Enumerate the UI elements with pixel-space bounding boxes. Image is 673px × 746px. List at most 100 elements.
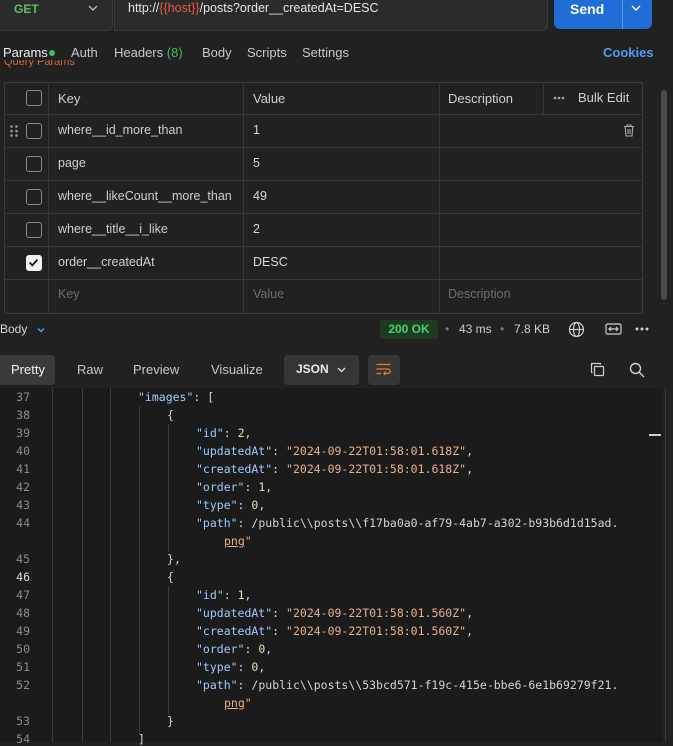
format-label: JSON	[296, 362, 329, 376]
column-header-value: Value	[253, 91, 286, 106]
line-number: 50	[16, 642, 30, 656]
chevron-down-icon[interactable]	[86, 1, 100, 15]
new-description-input[interactable]: Description	[448, 287, 511, 301]
indent-guide	[110, 388, 111, 742]
code-line: "order": 0,	[196, 642, 273, 656]
line-number: 51	[16, 660, 30, 674]
params-active-dot	[49, 50, 55, 56]
divider	[4, 246, 642, 247]
headers-count: (8)	[166, 45, 183, 60]
divider	[4, 114, 642, 115]
code-line: "createdAt": "2024-09-22T01:58:01.618Z",	[196, 462, 473, 476]
bulk-edit-button[interactable]: Bulk Edit	[578, 90, 629, 105]
section-label: Query Params	[4, 60, 75, 68]
param-value[interactable]: 2	[253, 222, 260, 236]
param-key[interactable]: where__likeCount__more_than	[58, 189, 232, 203]
param-key[interactable]: where__title__i_like	[58, 222, 168, 236]
row-checkbox[interactable]	[26, 123, 42, 139]
row-checkbox-checked[interactable]	[26, 255, 42, 271]
tab-headers-label: Headers	[114, 45, 164, 60]
send-divider	[622, 0, 623, 29]
code-line: "createdAt": "2024-09-22T01:58:01.560Z",	[196, 624, 473, 638]
param-value[interactable]: 5	[253, 156, 260, 170]
indent-guide	[168, 424, 169, 552]
param-key[interactable]: where__id_more_than	[58, 123, 182, 137]
code-line: png"	[224, 534, 252, 548]
network-icon[interactable]	[605, 322, 622, 336]
code-line: png"	[224, 696, 252, 710]
divider	[543, 82, 544, 114]
code-line: "id": 2,	[196, 426, 252, 440]
divider	[4, 213, 642, 214]
code-line: "path": /public\\posts\\53bcd571-f19c-41…	[196, 678, 619, 692]
line-number: 54	[16, 732, 30, 746]
tab-params[interactable]: Params	[3, 45, 48, 60]
tab-scripts[interactable]: Scripts	[247, 45, 287, 60]
new-value-input[interactable]: Value	[253, 287, 284, 301]
cookies-link[interactable]: Cookies	[603, 45, 654, 60]
wrap-lines-icon	[376, 363, 391, 376]
url-text[interactable]: http://{{host}}/posts?order__createdAt=D…	[128, 1, 379, 15]
tab-auth[interactable]: Auth	[71, 45, 98, 60]
divider	[48, 82, 49, 313]
separator-dot: •	[445, 322, 450, 336]
send-label: Send	[570, 1, 605, 17]
trash-icon[interactable]	[623, 124, 635, 137]
tab-headers[interactable]: Headers (8)	[114, 45, 183, 60]
code-line: ]	[138, 732, 145, 746]
new-key-input[interactable]: Key	[58, 287, 80, 301]
tab-pretty[interactable]: Pretty	[11, 362, 45, 377]
row-checkbox[interactable]	[26, 156, 42, 172]
line-number: 47	[16, 588, 30, 602]
line-number: 52	[16, 678, 30, 692]
param-value[interactable]: DESC	[253, 255, 288, 269]
send-options-chevron-icon[interactable]	[629, 1, 643, 15]
more-options-icon[interactable]	[635, 327, 649, 331]
chevron-down-icon[interactable]	[36, 325, 46, 335]
copy-icon[interactable]	[590, 362, 605, 377]
chevron-down-icon[interactable]	[336, 364, 347, 375]
line-number: 37	[16, 390, 30, 404]
response-body-label[interactable]: Body	[0, 322, 27, 336]
tab-raw[interactable]: Raw	[77, 362, 103, 377]
param-value[interactable]: 1	[253, 123, 260, 137]
param-key[interactable]: page	[58, 156, 86, 170]
code-line: "updatedAt": "2024-09-22T01:58:01.618Z",	[196, 444, 473, 458]
globe-icon[interactable]	[568, 321, 585, 338]
checkmark-icon	[28, 258, 39, 267]
divider	[439, 82, 440, 313]
divider	[4, 147, 642, 148]
scroll-marker	[649, 434, 661, 436]
line-number: 53	[16, 714, 30, 728]
code-line: "type": 0,	[196, 498, 266, 512]
line-number: 40	[16, 444, 30, 458]
line-number: 45	[16, 552, 30, 566]
code-line: "updatedAt": "2024-09-22T01:58:01.560Z",	[196, 606, 473, 620]
tab-visualize[interactable]: Visualize	[211, 362, 263, 377]
param-value[interactable]: 49	[253, 189, 267, 203]
code-line: "path": /public\\posts\\f17ba0a0-af79-4a…	[196, 516, 619, 530]
status-badge: 200 OK	[380, 320, 438, 339]
code-line: "type": 0,	[196, 660, 266, 674]
drag-handle-icon[interactable]	[9, 124, 19, 138]
tab-preview[interactable]: Preview	[133, 362, 179, 377]
indent-guide	[168, 586, 169, 714]
row-checkbox[interactable]	[26, 189, 42, 205]
more-icon[interactable]	[553, 96, 565, 100]
response-scrollbar[interactable]	[665, 388, 666, 742]
line-number: 46	[16, 570, 30, 584]
code-line: }	[167, 714, 174, 728]
url-prefix: http://	[128, 1, 160, 15]
search-icon[interactable]	[629, 362, 645, 378]
params-scrollbar[interactable]	[661, 90, 667, 300]
response-time: 43 ms	[459, 322, 492, 336]
param-key[interactable]: order__createdAt	[58, 255, 155, 269]
column-header-key: Key	[58, 91, 81, 106]
row-checkbox[interactable]	[26, 222, 42, 238]
line-number: 48	[16, 606, 30, 620]
tab-body[interactable]: Body	[202, 45, 232, 60]
column-header-description: Description	[448, 91, 514, 106]
line-number: 42	[16, 480, 30, 494]
tab-settings[interactable]: Settings	[302, 45, 349, 60]
select-all-checkbox[interactable]	[26, 90, 42, 106]
